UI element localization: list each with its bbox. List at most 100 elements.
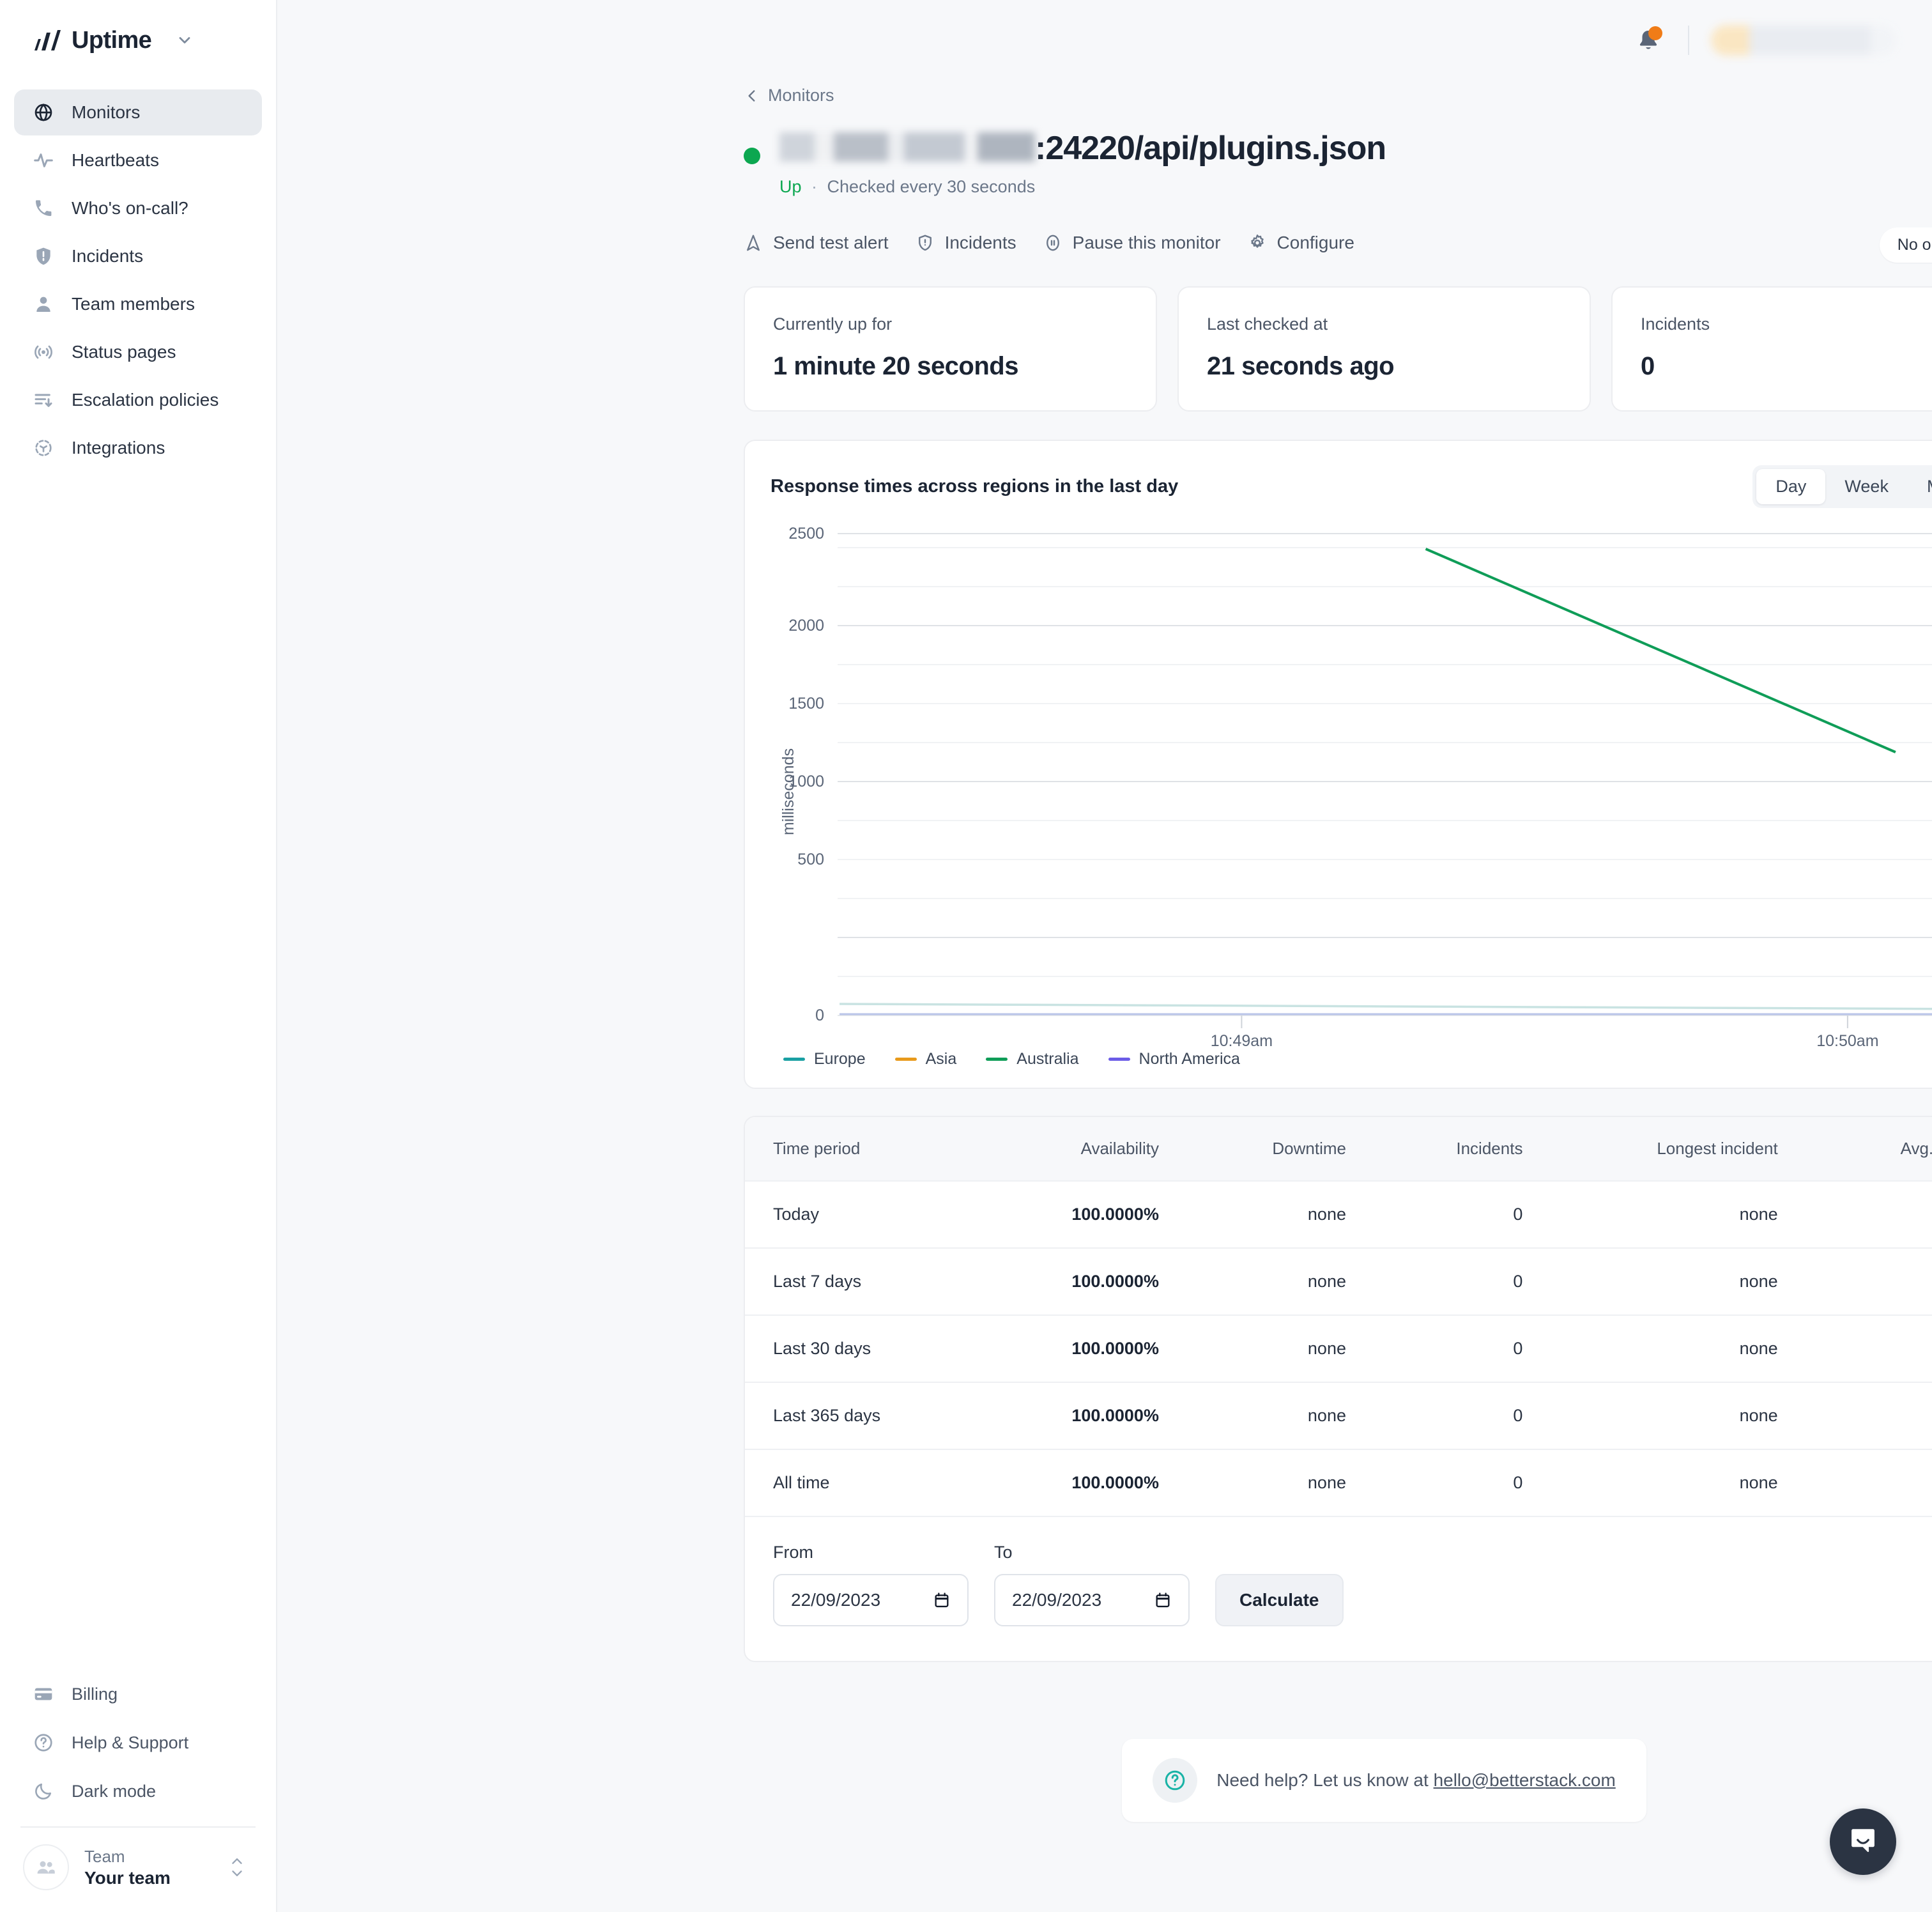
incidents-button[interactable]: Incidents (916, 233, 1016, 253)
range-option-day[interactable]: Day (1756, 468, 1826, 504)
cell-incidents: 0 (1374, 1247, 1551, 1315)
broadcast-icon (32, 341, 55, 364)
from-date-input[interactable]: 22/09/2023 (773, 1573, 969, 1626)
chart-x-ticks (1241, 1015, 1848, 1028)
main-content: Monitors :24220/api/plugins.json Up · Ch… (277, 0, 1932, 1912)
legend-item-europe[interactable]: Europe (783, 1050, 866, 1068)
availability-table: Time period Availability Downtime Incide… (745, 1116, 1932, 1516)
subtitle-separator: · (811, 176, 818, 196)
range-option-week[interactable]: Week (1825, 469, 1908, 504)
stat-card-label: Currently up for (773, 314, 893, 334)
cell-availability: 100.0000% (980, 1247, 1187, 1315)
sidebar-item-monitors[interactable]: Monitors (14, 89, 262, 135)
check-interval: Checked every 30 seconds (827, 176, 1036, 196)
stat-card-currently-up-for: Currently up for 1 minute 20 seconds (744, 286, 1157, 412)
column-avg-incident: Avg. incident (1805, 1116, 1932, 1181)
sidebar-item-label: Help & Support (72, 1732, 189, 1752)
table-header-row: Time period Availability Downtime Incide… (745, 1116, 1932, 1181)
svg-text:2500: 2500 (788, 525, 824, 543)
user-menu-avatar[interactable] (1711, 25, 1896, 56)
from-label: From (773, 1542, 813, 1562)
chevron-down-icon[interactable] (176, 31, 194, 49)
app-root: Uptime Monitors Heartbeats Who's on-call… (0, 0, 1932, 1912)
sidebar-item-whos-on-call[interactable]: Who's on-call? (14, 185, 262, 231)
range-segmented-control: Day Week Month (1752, 465, 1932, 508)
custom-range-form: From 22/09/2023 To 22/09/2023 Calculate (745, 1515, 1932, 1661)
sidebar-item-help-support[interactable]: Help & Support (14, 1722, 262, 1764)
legend-item-asia[interactable]: Asia (894, 1050, 956, 1068)
shield-alert-icon (916, 233, 935, 252)
legend-swatch-asia (894, 1057, 917, 1061)
cell-avg-incident: none (1805, 1314, 1932, 1382)
pause-monitor-button[interactable]: Pause this monitor (1043, 233, 1221, 253)
support-email-link[interactable]: hello@betterstack.com (1434, 1770, 1616, 1790)
to-date-input[interactable]: 22/09/2023 (994, 1573, 1190, 1626)
to-field-group: To 22/09/2023 (994, 1543, 1190, 1626)
table-row: All time 100.0000% none 0 none none (745, 1448, 1932, 1516)
sidebar-item-dark-mode[interactable]: Dark mode (14, 1770, 262, 1812)
sidebar-item-label: Monitors (72, 102, 141, 122)
shield-alert-icon (32, 245, 55, 268)
calculate-button[interactable]: Calculate (1215, 1573, 1344, 1626)
action-label: Incidents (944, 232, 1016, 252)
column-downtime: Downtime (1186, 1116, 1374, 1181)
action-label: Configure (1276, 232, 1354, 252)
chart-major-gridlines (838, 532, 1932, 938)
intercom-launcher-button[interactable] (1830, 1808, 1896, 1875)
response-times-chart: 2500 2000 1500 1000 500 0 milliseconds 1… (770, 523, 1932, 1047)
team-name: Your team (84, 1867, 171, 1888)
cell-avg-incident: none (1805, 1247, 1932, 1315)
column-time-period: Time period (745, 1116, 981, 1181)
cell-availability: 100.0000% (980, 1381, 1187, 1449)
calendar-icon[interactable] (933, 1591, 951, 1609)
chart-series-australia (1425, 547, 1896, 753)
cell-longest-incident: none (1551, 1314, 1806, 1382)
team-switcher[interactable]: Team Your team (14, 1828, 262, 1912)
chevron-left-icon (744, 88, 760, 104)
sidebar-item-integrations[interactable]: Integrations (14, 425, 262, 471)
legend-swatch-north-america (1108, 1057, 1130, 1061)
cell-downtime: none (1186, 1448, 1374, 1516)
primary-nav: Monitors Heartbeats Who's on-call? Incid… (14, 89, 262, 471)
legend-item-north-america[interactable]: North America (1108, 1050, 1240, 1068)
cell-longest-incident: none (1551, 1247, 1806, 1315)
sidebar-item-team-members[interactable]: Team members (14, 281, 262, 327)
sidebar-item-status-pages[interactable]: Status pages (14, 329, 262, 375)
cell-time-period: Today (745, 1180, 981, 1248)
send-alert-icon (744, 233, 763, 252)
send-test-alert-button[interactable]: Send test alert (744, 233, 889, 253)
svg-text:10:50am: 10:50am (1816, 1032, 1878, 1047)
bell-icon[interactable] (1630, 22, 1666, 58)
chevron-up-down-icon[interactable] (229, 1858, 253, 1877)
to-date-value: 22/09/2023 (1012, 1589, 1102, 1610)
range-option-month[interactable]: Month (1908, 469, 1932, 504)
sidebar-item-label: Incidents (72, 246, 144, 266)
configure-button[interactable]: Configure (1248, 233, 1354, 253)
table-head: Time period Availability Downtime Incide… (745, 1116, 1932, 1181)
breadcrumb[interactable]: Monitors (744, 86, 1932, 105)
sidebar-item-incidents[interactable]: Incidents (14, 233, 262, 279)
from-date-value: 22/09/2023 (791, 1589, 881, 1610)
legend-item-australia[interactable]: Australia (986, 1050, 1079, 1068)
cell-incidents: 0 (1374, 1180, 1551, 1248)
sidebar-item-escalation-policies[interactable]: Escalation policies (14, 377, 262, 423)
sidebar-item-heartbeats[interactable]: Heartbeats (14, 137, 262, 183)
topbar (277, 0, 1932, 81)
cell-avg-incident: none (1805, 1448, 1932, 1516)
sidebar-item-billing[interactable]: Billing (14, 1673, 262, 1715)
brand-switcher[interactable]: Uptime (14, 0, 262, 81)
help-card: Need help? Let us know at hello@betterst… (1122, 1738, 1646, 1822)
on-call-status-pill[interactable]: No one on-call (1879, 227, 1932, 263)
monitor-actions: Send test alert Incidents Pause this mon… (744, 227, 1932, 263)
cell-availability: 100.0000% (980, 1448, 1187, 1516)
cell-incidents: 0 (1374, 1314, 1551, 1382)
page-content: Monitors :24220/api/plugins.json Up · Ch… (277, 86, 1932, 1822)
pause-circle-icon (1043, 233, 1062, 252)
table-row: Last 365 days 100.0000% none 0 none none (745, 1381, 1932, 1449)
moon-icon (32, 1780, 55, 1803)
phone-icon (32, 197, 55, 220)
calendar-icon[interactable] (1154, 1591, 1172, 1609)
action-label: Send test alert (773, 232, 889, 252)
sidebar: Uptime Monitors Heartbeats Who's on-call… (0, 0, 277, 1912)
